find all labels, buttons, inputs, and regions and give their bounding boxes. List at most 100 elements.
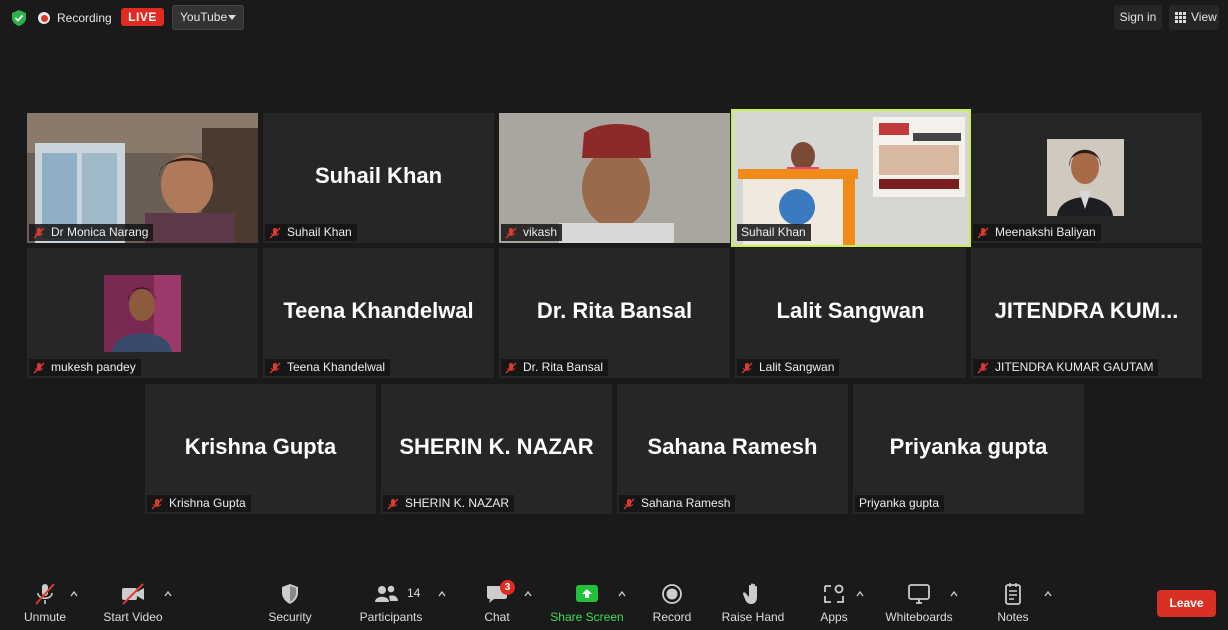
recording-label: Recording	[57, 11, 112, 25]
mic-muted-icon	[505, 362, 517, 373]
recording-dot-icon	[38, 12, 50, 24]
participant-tile[interactable]: Meenakshi Baliyan	[971, 113, 1202, 243]
notes-icon	[1005, 583, 1021, 605]
chat-label: Chat	[484, 610, 510, 624]
record-button[interactable]: Record	[648, 576, 696, 630]
participant-tile[interactable]: Teena Khandelwal Teena Khandelwal	[263, 248, 494, 378]
security-shield-icon	[282, 584, 298, 604]
chevron-up-icon[interactable]	[856, 590, 864, 598]
participant-tile-video[interactable]: Dr Monica Narang	[27, 113, 258, 243]
video-camera-off-icon	[122, 583, 144, 605]
participant-name-tag: SHERIN K. NAZAR	[383, 495, 515, 512]
view-button[interactable]: View	[1169, 5, 1219, 30]
recording-indicator[interactable]: Recording	[38, 6, 112, 30]
raise-hand-icon	[742, 583, 757, 604]
notes-button[interactable]: Notes	[992, 576, 1034, 630]
start-video-label: Start Video	[103, 610, 163, 624]
apps-label: Apps	[820, 610, 848, 624]
chevron-up-icon[interactable]	[618, 590, 626, 598]
participant-display-name: Sahana Ramesh	[647, 434, 818, 459]
notes-label: Notes	[997, 610, 1029, 624]
participant-name-tag: JITENDRA KUMAR GAUTAM	[973, 359, 1159, 376]
participant-name: Priyanka gupta	[859, 496, 940, 510]
participant-display-name: Krishna Gupta	[184, 434, 337, 459]
participant-display-name: Priyanka gupta	[889, 434, 1048, 459]
sign-in-button[interactable]: Sign in	[1114, 5, 1162, 30]
participant-tile[interactable]: Sahana Ramesh Sahana Ramesh	[617, 384, 848, 514]
share-screen-icon	[576, 585, 598, 602]
participant-display-name: Dr. Rita Bansal	[536, 298, 693, 323]
chat-unread-badge: 3	[500, 580, 515, 595]
mic-muted-icon	[977, 362, 989, 373]
participant-name: mukesh pandey	[51, 360, 136, 374]
participants-count: 14	[407, 586, 421, 600]
mic-muted-icon	[741, 362, 753, 373]
participant-display-name: Teena Khandelwal	[283, 298, 474, 323]
participant-name-tag: Dr. Rita Bansal	[501, 359, 609, 376]
stream-target-label: YouTube	[180, 10, 228, 24]
participant-name: Dr. Rita Bansal	[523, 360, 604, 374]
participant-tile[interactable]: mukesh pandey	[27, 248, 258, 378]
share-screen-button[interactable]: Share Screen	[548, 576, 626, 630]
participant-tile[interactable]: Lalit Sangwan Lalit Sangwan	[735, 248, 966, 378]
participant-name: Meenakshi Baliyan	[995, 225, 1096, 239]
mic-muted-icon	[151, 498, 163, 509]
participant-name-tag: Sahana Ramesh	[619, 495, 736, 512]
whiteboards-label: Whiteboards	[885, 610, 953, 624]
participant-name: Suhail Khan	[741, 225, 806, 239]
participant-name-tag: Meenakshi Baliyan	[973, 224, 1101, 241]
unmute-button[interactable]: Unmute	[14, 576, 76, 630]
participant-name-tag: vikash	[501, 224, 563, 241]
participant-tile[interactable]: Krishna Gupta Krishna Gupta	[145, 384, 376, 514]
active-speaker-tile[interactable]: Suhail Khan	[731, 109, 971, 247]
participant-display-name: SHERIN K. NAZAR	[399, 434, 594, 459]
chevron-up-icon[interactable]	[950, 590, 958, 598]
share-screen-label: Share Screen	[550, 610, 624, 624]
leave-meeting-button[interactable]: Leave	[1157, 590, 1216, 617]
participant-name-tag: Dr Monica Narang	[29, 224, 154, 241]
participant-name: Lalit Sangwan	[759, 360, 835, 374]
grid-view-icon	[1175, 12, 1186, 23]
participant-tile[interactable]: Dr. Rita Bansal Dr. Rita Bansal	[499, 248, 730, 378]
participant-display-name: JITENDRA KUM...	[994, 298, 1179, 323]
participant-name: SHERIN K. NAZAR	[405, 496, 510, 510]
chevron-up-icon[interactable]	[164, 590, 172, 598]
top-bar: Recording LIVE YouTube Sign in View	[0, 0, 1228, 36]
participant-name-tag: Suhail Khan	[737, 224, 811, 241]
security-button[interactable]: Security	[262, 576, 318, 630]
whiteboard-icon	[908, 584, 930, 604]
participants-button[interactable]: 14 Participants	[356, 576, 426, 630]
stream-target-dropdown[interactable]: YouTube	[172, 5, 244, 30]
participant-tile-video[interactable]: vikash	[499, 113, 730, 243]
caret-down-icon	[228, 15, 236, 20]
participant-tile[interactable]: Suhail Khan Suhail Khan	[263, 113, 494, 243]
record-icon	[662, 584, 682, 604]
participant-name: Suhail Khan	[287, 225, 352, 239]
chevron-up-icon[interactable]	[70, 590, 78, 598]
participant-tile[interactable]: SHERIN K. NAZAR SHERIN K. NAZAR	[381, 384, 612, 514]
participant-display-name: Lalit Sangwan	[776, 298, 925, 323]
encryption-shield-icon[interactable]	[10, 9, 28, 27]
participant-name-tag: Krishna Gupta	[147, 495, 251, 512]
participant-name: JITENDRA KUMAR GAUTAM	[995, 360, 1154, 374]
participant-name: Dr Monica Narang	[51, 225, 149, 239]
participant-avatar-photo	[1047, 139, 1124, 216]
chevron-up-icon[interactable]	[1044, 590, 1052, 598]
microphone-muted-icon	[35, 583, 55, 605]
chevron-up-icon[interactable]	[438, 590, 446, 598]
participant-name-tag: mukesh pandey	[29, 359, 141, 376]
participant-name: Teena Khandelwal	[287, 360, 386, 374]
start-video-button[interactable]: Start Video	[98, 576, 168, 630]
participant-name: Krishna Gupta	[169, 496, 246, 510]
mic-muted-icon	[33, 362, 45, 373]
participant-name-tag: Lalit Sangwan	[737, 359, 840, 376]
chat-button[interactable]: 3 Chat	[478, 576, 516, 630]
participant-tile[interactable]: JITENDRA KUM... JITENDRA KUMAR GAUTAM	[971, 248, 1202, 378]
raise-hand-button[interactable]: Raise Hand	[718, 576, 788, 630]
participant-name: Sahana Ramesh	[641, 496, 731, 510]
chevron-up-icon[interactable]	[524, 590, 532, 598]
meeting-toolbar: Unmute Start Video Security 14 Participa…	[0, 576, 1228, 630]
participant-tile[interactable]: Priyanka gupta Priyanka gupta	[853, 384, 1084, 514]
whiteboards-button[interactable]: Whiteboards	[880, 576, 958, 630]
apps-button[interactable]: Apps	[812, 576, 856, 630]
